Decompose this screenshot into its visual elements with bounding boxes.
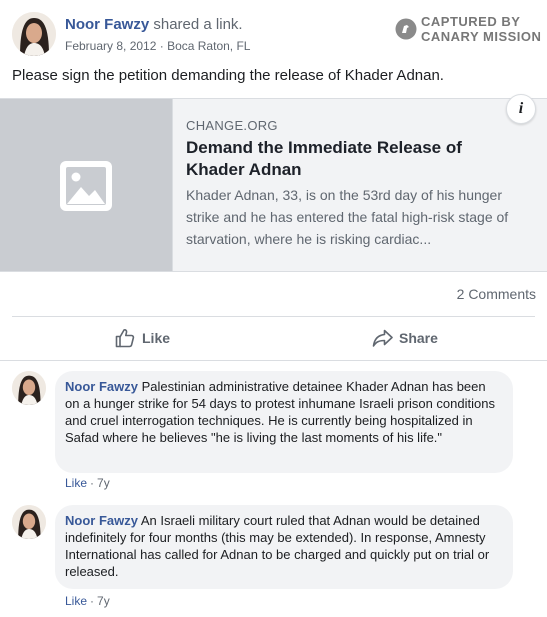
comment-age[interactable]: 7y <box>97 594 110 608</box>
comment-avatar[interactable] <box>12 371 46 405</box>
divider <box>12 316 535 317</box>
link-thumbnail[interactable] <box>0 99 173 271</box>
comment-author[interactable]: Noor Fawzy <box>65 379 138 394</box>
author-avatar[interactable] <box>12 12 56 56</box>
post-date[interactable]: February 8, 2012 <box>65 39 156 53</box>
link-domain: CHANGE.ORG <box>186 118 278 133</box>
captured-by-watermark: CAPTURED BY CANARY MISSION <box>395 14 541 48</box>
divider <box>0 360 547 361</box>
comment-avatar[interactable] <box>12 505 46 539</box>
image-placeholder-icon <box>60 161 112 211</box>
info-icon[interactable]: i <box>506 94 536 124</box>
comment-actions: Like · 7y <box>65 594 110 608</box>
canary-mission-text: CANARY MISSION <box>421 29 542 44</box>
author-name[interactable]: Noor Fawzy <box>65 16 149 33</box>
link-preview-card[interactable]: CHANGE.ORG Demand the Immediate Release … <box>0 98 547 272</box>
author-line: Noor Fawzy shared a link. <box>65 16 243 33</box>
shared-link-text: shared a link. <box>153 16 243 33</box>
thumbs-up-icon <box>115 329 135 348</box>
comment: Noor Fawzy An Israeli military court rul… <box>12 505 535 610</box>
link-title[interactable]: Demand the Immediate Release of Khader A… <box>186 137 516 181</box>
comments-count[interactable]: 2 Comments <box>457 286 536 302</box>
share-button[interactable]: Share <box>372 328 442 350</box>
post-header: Noor Fawzy shared a link. February 8, 20… <box>12 12 541 58</box>
meta-separator: · <box>159 39 164 53</box>
post-text: Please sign the petition demanding the r… <box>12 67 444 84</box>
like-label: Like <box>142 330 171 346</box>
comment-age[interactable]: 7y <box>97 476 110 490</box>
post-meta: February 8, 2012 · Boca Raton, FL <box>65 39 250 53</box>
comment-separator: · <box>90 594 95 608</box>
comment: Noor Fawzy Palestinian administrative de… <box>12 371 535 491</box>
comment-bubble: Noor Fawzy Palestinian administrative de… <box>55 371 513 473</box>
comment-author[interactable]: Noor Fawzy <box>65 513 138 528</box>
canary-mission-logo-icon <box>395 18 417 40</box>
captured-by-text: CAPTURED BY <box>421 14 521 29</box>
share-label: Share <box>399 330 438 346</box>
comment-bubble: Noor Fawzy An Israeli military court rul… <box>55 505 513 589</box>
comment-separator: · <box>90 476 95 490</box>
comment-actions: Like · 7y <box>65 476 110 490</box>
post-location[interactable]: Boca Raton, FL <box>167 39 250 53</box>
like-button[interactable]: Like <box>115 328 175 350</box>
share-arrow-icon <box>372 329 393 347</box>
comment-like-button[interactable]: Like <box>65 594 87 608</box>
comment-like-button[interactable]: Like <box>65 476 87 490</box>
link-description: Khader Adnan, 33, is on the 53rd day of … <box>186 187 509 247</box>
